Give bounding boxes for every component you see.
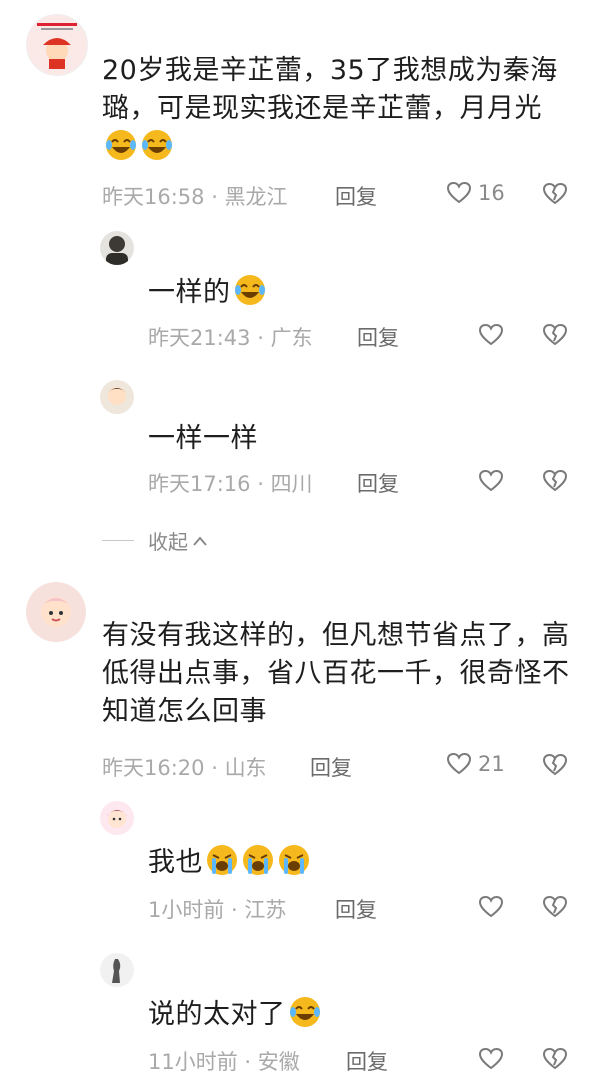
avatar[interactable]: [26, 14, 88, 76]
comment-text: 有没有我这样的，但凡想节省点了，高低得出点事，省八百花一千，很奇怪不知道怎么回事: [102, 620, 570, 727]
avatar[interactable]: [26, 582, 86, 642]
chevron-up-icon: [192, 535, 208, 547]
laugh-cry-icon: [104, 128, 138, 173]
reply-text: 一样一样: [148, 423, 258, 454]
heart-icon: [446, 181, 472, 205]
reply-meta: 昨天17:16 · 四川: [148, 472, 313, 496]
reply-text: 我也: [148, 843, 311, 888]
broken-heart-icon[interactable]: [542, 1047, 568, 1071]
broken-heart-icon[interactable]: [542, 469, 568, 493]
comment-meta: 昨天16:58 · 黑龙江: [102, 185, 288, 209]
heart-icon[interactable]: [478, 469, 504, 493]
laugh-cry-icon: [140, 128, 174, 173]
loud-cry-icon: [205, 843, 239, 888]
reply-meta: 1小时前 · 江苏: [148, 898, 287, 922]
collapse-replies-button[interactable]: 收起: [102, 526, 208, 555]
comment-text: 20岁我是辛芷蕾，35了我想成为秦海璐，可是现实我还是辛芷蕾，月月光: [102, 52, 572, 173]
like-button[interactable]: 21: [446, 752, 505, 776]
reply-button[interactable]: 回复: [335, 894, 377, 924]
like-count: 21: [478, 752, 505, 776]
heart-icon[interactable]: [478, 895, 504, 919]
loud-cry-icon: [277, 843, 311, 888]
reply-text: 一样的: [148, 273, 267, 318]
broken-heart-icon[interactable]: [542, 323, 568, 347]
heart-icon[interactable]: [478, 323, 504, 347]
reply-button[interactable]: 回复: [335, 181, 377, 211]
like-count: 16: [478, 181, 505, 205]
broken-heart-icon[interactable]: [542, 182, 568, 206]
avatar[interactable]: [100, 231, 134, 265]
laugh-cry-icon: [233, 273, 267, 318]
comment-meta: 昨天16:20 · 山东: [102, 756, 267, 780]
reply-text: 说的太对了: [148, 995, 322, 1040]
heart-icon: [446, 752, 472, 776]
reply-button[interactable]: 回复: [346, 1046, 388, 1076]
broken-heart-icon[interactable]: [542, 895, 568, 919]
divider: [102, 540, 134, 541]
like-button[interactable]: 16: [446, 181, 505, 205]
laugh-cry-icon: [288, 995, 322, 1040]
loud-cry-icon: [241, 843, 275, 888]
avatar[interactable]: [100, 801, 134, 835]
reply-button[interactable]: 回复: [357, 322, 399, 352]
avatar[interactable]: [100, 380, 134, 414]
reply-meta: 11小时前 · 安徽: [148, 1050, 300, 1074]
avatar[interactable]: [100, 953, 134, 987]
broken-heart-icon[interactable]: [542, 753, 568, 777]
heart-icon[interactable]: [478, 1047, 504, 1071]
reply-meta: 昨天21:43 · 广东: [148, 326, 313, 350]
reply-button[interactable]: 回复: [310, 752, 352, 782]
reply-button[interactable]: 回复: [357, 468, 399, 498]
